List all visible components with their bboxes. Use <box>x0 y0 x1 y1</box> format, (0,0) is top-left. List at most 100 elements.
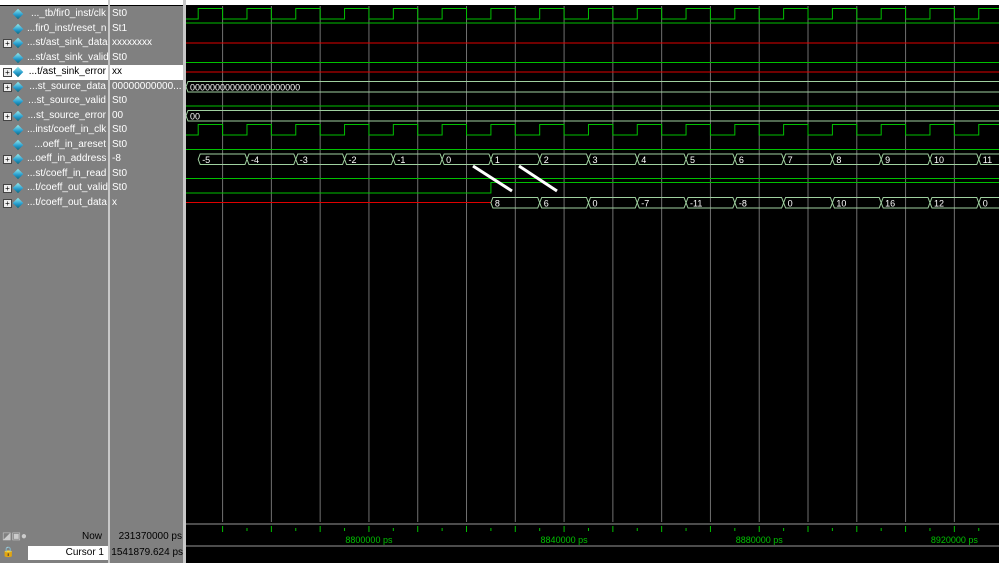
signal-name: ...st_source_valid <box>28 95 106 106</box>
signal-value: x <box>112 196 117 208</box>
signal-name-pane[interactable]: ..._tb/fir0_inst/clk ...fir0_inst/reset_n… <box>0 7 108 512</box>
signal-name: ...t/coeff_out_data <box>27 196 107 208</box>
bus-value: 9 <box>885 155 890 165</box>
signal-value: St0 <box>112 167 128 179</box>
signal-name: ...t/ast_sink_error <box>28 66 106 77</box>
bus-value: 10 <box>934 155 944 165</box>
bus-value: 7 <box>788 155 793 165</box>
now-label: Now <box>81 531 102 542</box>
signal-value: St0 <box>112 8 128 19</box>
signal-row[interactable]: + ...st/ast_sink_data <box>0 36 108 51</box>
signal-name: ...inst/coeff_in_clk <box>27 124 107 135</box>
signal-row[interactable]: ...oeff_in_areset <box>0 138 108 153</box>
signal-name: ...st_source_error <box>27 109 106 121</box>
signal-name: ...oeff_in_address <box>27 153 107 164</box>
bus-value: 8 <box>495 199 500 209</box>
signal-value: St0 <box>112 124 128 135</box>
signal-icon <box>12 197 24 208</box>
pane-divider[interactable] <box>108 0 110 563</box>
signal-value: xxxxxxxx <box>112 37 152 48</box>
expand-icon[interactable]: + <box>3 82 12 92</box>
bus-value: 5 <box>690 155 695 165</box>
wave-background <box>186 6 999 522</box>
signal-icon <box>12 81 24 92</box>
bus-value: -5 <box>202 155 210 165</box>
signal-row[interactable]: + ...st_source_error <box>0 109 108 124</box>
bus-value: 1 <box>495 155 500 165</box>
signal-icon <box>12 37 24 49</box>
signal-icon <box>12 95 24 107</box>
signal-value: St1 <box>112 22 128 34</box>
signal-row[interactable]: ...st/ast_sink_valid <box>0 51 108 66</box>
signal-value: St0 <box>112 51 128 63</box>
ruler-label: 8840000 ps <box>541 535 589 545</box>
ruler-label: 8880000 ps <box>736 535 784 545</box>
expand-icon[interactable]: + <box>3 155 12 164</box>
signal-icon <box>12 52 24 63</box>
signal-row[interactable]: + ...st_source_data <box>0 80 108 95</box>
waveform-pane[interactable]: 8800000 ps 8840000 ps 8880000 ps 8920000 ps… <box>186 0 999 563</box>
bus-value: 00 <box>190 112 200 122</box>
cursor-name[interactable]: Cursor 1 <box>28 546 108 560</box>
bus-value: 11 <box>983 155 992 165</box>
time-ruler <box>186 522 999 563</box>
signal-row[interactable]: ...fir0_inst/reset_n <box>0 22 108 37</box>
signal-name: ...fir0_inst/reset_n <box>27 22 107 34</box>
signal-name: ...oeff_in_areset <box>34 138 106 150</box>
signal-value: St0 <box>112 95 128 106</box>
signal-value: -8 <box>112 153 121 164</box>
signal-icon <box>12 168 24 179</box>
bus-value: 3 <box>592 155 597 165</box>
signal-name: ...st/ast_sink_valid <box>27 51 108 63</box>
signal-name: ...st_source_data <box>29 80 106 92</box>
bus-value: 10 <box>836 199 846 209</box>
bus-value: -2 <box>349 155 357 165</box>
bus-value: -4 <box>251 155 259 165</box>
expand-icon[interactable]: + <box>3 68 12 77</box>
bus-value: 8 <box>836 155 841 165</box>
signal-icon <box>12 8 24 20</box>
bus-value: 0 <box>983 199 988 209</box>
bus-value: 4 <box>641 155 646 165</box>
signal-row[interactable]: ...st/coeff_in_read <box>0 167 108 182</box>
expand-icon[interactable]: + <box>3 198 12 208</box>
bus-value: 0 <box>446 155 451 165</box>
signal-value: xx <box>110 65 183 80</box>
bus-value: 2 <box>544 155 549 165</box>
signal-name: ...t/coeff_out_valid <box>27 182 108 193</box>
cursor-lock-icon[interactable]: 🔒 <box>2 546 14 560</box>
signal-row[interactable]: + ...t/ast_sink_error <box>0 65 108 80</box>
bus-value: 6 <box>544 199 549 209</box>
signal-row[interactable]: ...st_source_valid <box>0 94 108 109</box>
signal-name: ...st/ast_sink_data <box>27 37 108 48</box>
signal-icon <box>12 153 24 165</box>
expand-icon[interactable]: + <box>3 184 12 193</box>
signal-value: St0 <box>112 182 128 193</box>
bus-value: 16 <box>885 199 895 209</box>
bus-value: 0000000000000000000000 <box>190 83 300 93</box>
toolbar-icons[interactable]: ◪▣● <box>2 530 27 544</box>
signal-value-pane[interactable]: St0 St1 xxxxxxxx St0 xx 00000000000... St0 00 St… <box>110 7 183 512</box>
signal-icon <box>12 139 24 150</box>
signal-row[interactable]: + ...t/coeff_out_valid <box>0 181 108 196</box>
bus-value: -7 <box>641 199 649 209</box>
signal-icon <box>12 124 24 136</box>
bus-value: 0 <box>788 199 793 209</box>
expand-icon[interactable]: + <box>3 111 12 121</box>
bus-value: -1 <box>397 155 405 165</box>
signal-row[interactable]: ...inst/coeff_in_clk <box>0 123 108 138</box>
signal-name: ...st/coeff_in_read <box>27 167 107 179</box>
signal-icon <box>12 182 24 194</box>
bus-value: 12 <box>934 199 944 209</box>
signal-value: St0 <box>112 138 128 150</box>
signal-row[interactable]: + ...t/coeff_out_data <box>0 196 108 211</box>
signal-row[interactable]: ..._tb/fir0_inst/clk <box>0 7 108 22</box>
bus-value: 0 <box>592 199 597 209</box>
signal-name: ..._tb/fir0_inst/clk <box>30 8 106 19</box>
cursor-value: 1541879.624 ps <box>111 547 183 558</box>
now-value: 231370000 ps <box>118 531 182 542</box>
bus-value: -8 <box>739 199 747 209</box>
signal-row[interactable]: + ...oeff_in_address <box>0 152 108 167</box>
signal-value: 00 <box>112 109 124 121</box>
expand-icon[interactable]: + <box>3 39 12 48</box>
